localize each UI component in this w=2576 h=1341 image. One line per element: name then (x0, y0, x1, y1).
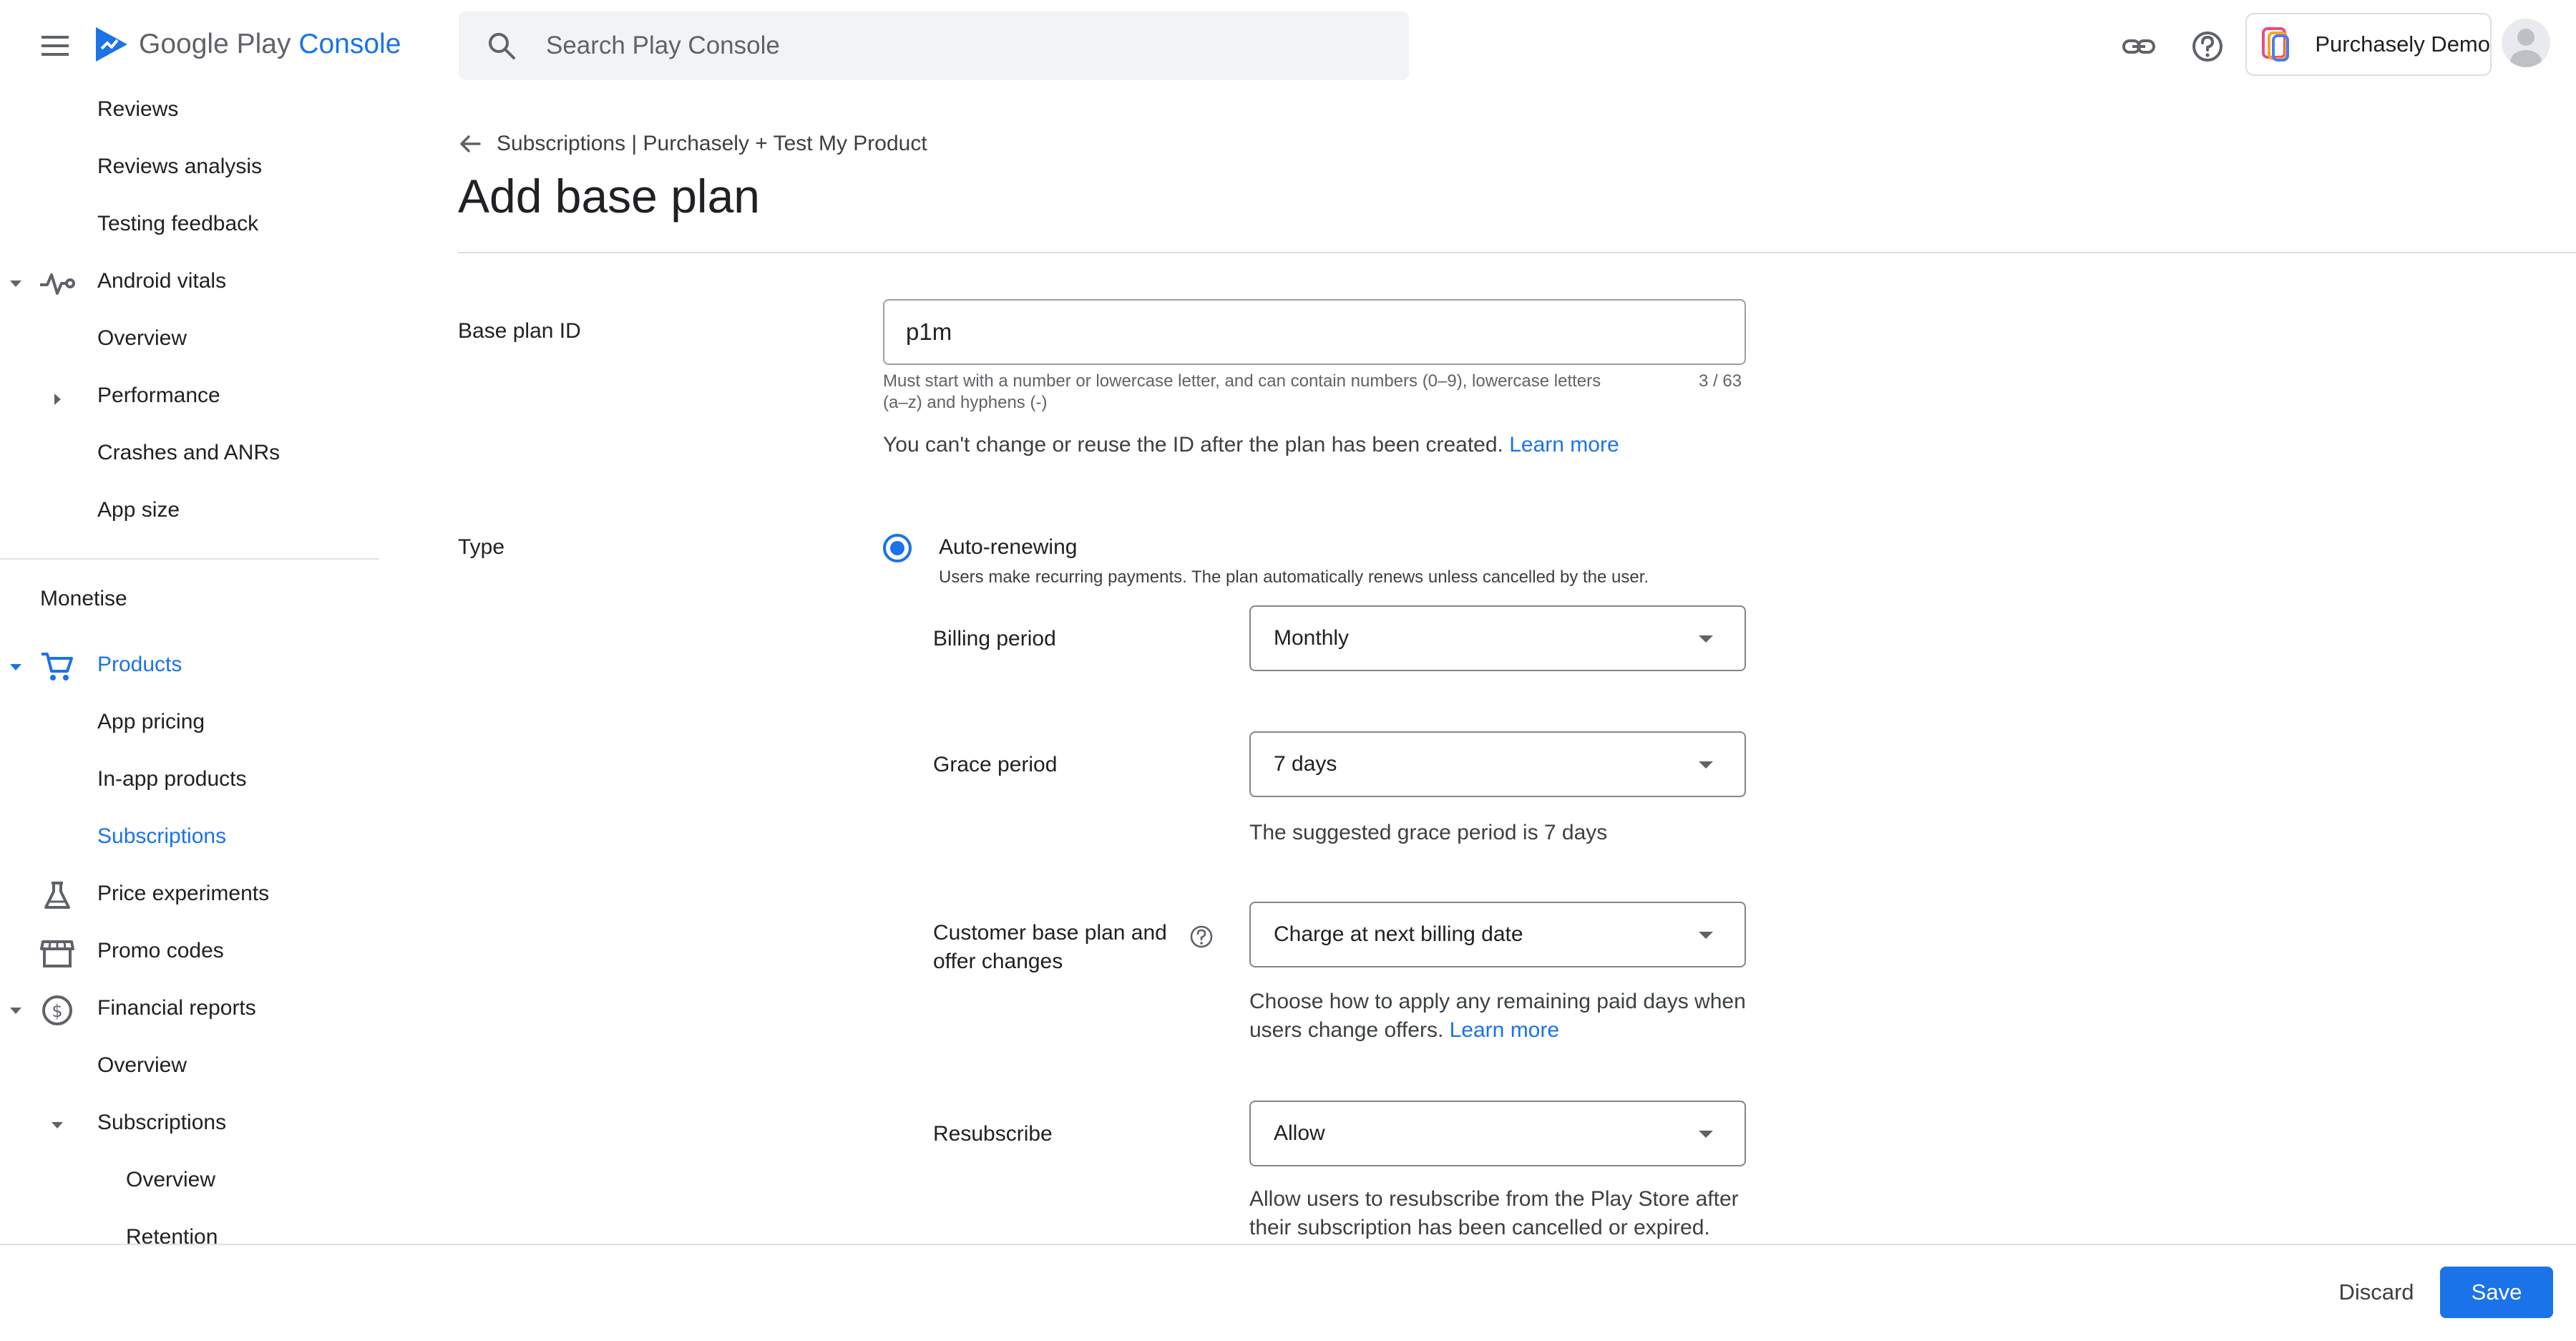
top-app-bar: Google Play Console Search Play Console … (0, 0, 2576, 92)
sidebar-item-app-size[interactable]: App size (0, 484, 379, 541)
resubscribe-select[interactable]: Allow (1249, 1101, 1746, 1166)
breadcrumb[interactable]: Subscriptions | Purchasely + Test My Pro… (458, 132, 927, 156)
sidebar-item-crashes-anrs[interactable]: Crashes and ANRs (0, 426, 379, 484)
customer-changes-value: Charge at next billing date (1274, 922, 1523, 946)
caret-down-icon (7, 276, 24, 291)
flask-icon (39, 880, 76, 912)
search-bar[interactable] (459, 11, 1409, 80)
sidebar-item-testing-feedback[interactable]: Testing feedback (0, 198, 379, 255)
customer-changes-label: Customer base plan and offer changes (933, 921, 1167, 973)
sidebar-section-monetise: Monetise (40, 587, 127, 610)
learn-more-link[interactable]: Learn more (1450, 1018, 1559, 1042)
base-plan-id-field[interactable] (883, 299, 1746, 365)
account-switcher[interactable]: Purchasely Demo (2245, 13, 2492, 76)
app-logo-icon (2254, 21, 2298, 67)
sidebar-item-products[interactable]: Products (0, 638, 379, 696)
base-plan-id-input[interactable] (884, 301, 1745, 364)
caret-down-icon (7, 660, 24, 674)
save-button[interactable]: Save (2440, 1267, 2553, 1318)
dropdown-arrow-icon (1697, 1129, 1714, 1139)
sidebar-item-vitals-overview[interactable]: Overview (0, 312, 379, 369)
cart-icon (39, 651, 76, 683)
grace-period-label: Grace period (933, 753, 1058, 776)
discard-button[interactable]: Discard (2323, 1267, 2430, 1318)
dollar-icon: $ (39, 995, 76, 1026)
sidebar-item-subscriptions-overview[interactable]: Overview (0, 1154, 379, 1211)
grace-period-select[interactable]: 7 days (1249, 731, 1746, 797)
link-icon[interactable] (2119, 27, 2158, 66)
type-label: Type (458, 535, 505, 559)
help-icon[interactable] (1189, 925, 1214, 949)
sidebar-divider (0, 558, 379, 560)
search-icon (484, 29, 519, 63)
base-plan-id-helper: Must start with a number or lowercase le… (883, 371, 1601, 412)
sidebar-item-android-vitals[interactable]: Android vitals (0, 255, 379, 312)
sidebar-item-financial-subscriptions[interactable]: Subscriptions (0, 1096, 379, 1154)
footer-divider (0, 1244, 2576, 1245)
search-input[interactable] (545, 11, 1389, 80)
caret-right-icon (50, 391, 64, 408)
avatar-icon[interactable] (2502, 19, 2550, 67)
sidebar-item-price-experiments[interactable]: Price experiments (0, 867, 379, 925)
dropdown-arrow-icon (1697, 760, 1714, 770)
sidebar-item-financial-reports[interactable]: $ Financial reports (0, 982, 379, 1039)
account-name: Purchasely Demo (2315, 31, 2490, 57)
sidebar-item-app-pricing[interactable]: App pricing (0, 696, 379, 753)
learn-more-link[interactable]: Learn more (1509, 433, 1619, 457)
menu-icon[interactable] (36, 29, 76, 63)
dropdown-arrow-icon (1697, 634, 1714, 644)
auto-renewing-label: Auto-renewing (939, 535, 1078, 559)
vitals-icon (39, 268, 76, 299)
breadcrumb-text: Subscriptions | Purchasely + Test My Pro… (497, 132, 927, 155)
base-plan-id-note: You can't change or reuse the ID after t… (883, 433, 1619, 457)
help-icon[interactable] (2188, 27, 2227, 66)
caret-down-icon (7, 1003, 24, 1018)
sidebar-item-performance[interactable]: Performance (0, 369, 379, 426)
sidebar-item-subscriptions[interactable]: Subscriptions (0, 810, 379, 867)
resubscribe-label: Resubscribe (933, 1122, 1053, 1146)
auto-renewing-description: Users make recurring payments. The plan … (939, 567, 1649, 587)
svg-text:$: $ (52, 1001, 62, 1021)
billing-period-label: Billing period (933, 627, 1056, 650)
sidebar-item-financial-overview[interactable]: Overview (0, 1039, 379, 1096)
sidebar-item-reviews[interactable]: Reviews (0, 83, 379, 140)
grace-period-note: The suggested grace period is 7 days (1249, 821, 1608, 844)
arrow-back-icon (458, 133, 482, 155)
brand-name: Google Play Console (139, 29, 401, 59)
sidebar: Reviews Reviews analysis Testing feedbac… (0, 83, 379, 1245)
auto-renewing-radio[interactable] (882, 532, 913, 564)
page-title: Add base plan (458, 170, 761, 223)
customer-changes-note: Choose how to apply any remaining paid d… (1249, 990, 1746, 1042)
resubscribe-note: Allow users to resubscribe from the Play… (1249, 1187, 1739, 1239)
grace-period-value: 7 days (1274, 752, 1337, 776)
base-plan-id-label: Base plan ID (458, 319, 581, 343)
billing-period-select[interactable]: Monthly (1249, 605, 1746, 671)
title-divider (458, 252, 2576, 253)
caret-down-icon (49, 1118, 66, 1132)
play-console-logo[interactable]: Google Play Console (93, 24, 401, 64)
customer-changes-select[interactable]: Charge at next billing date (1249, 902, 1746, 967)
dropdown-arrow-icon (1697, 930, 1714, 940)
store-icon (39, 937, 76, 969)
billing-period-value: Monthly (1274, 626, 1350, 650)
base-plan-id-counter: 3 / 63 (1699, 371, 1742, 391)
sidebar-item-in-app-products[interactable]: In-app products (0, 753, 379, 810)
sidebar-item-reviews-analysis[interactable]: Reviews analysis (0, 140, 379, 198)
resubscribe-value: Allow (1274, 1121, 1325, 1145)
sidebar-item-retention[interactable]: Retention (0, 1211, 379, 1245)
play-console-logo-icon (93, 24, 130, 64)
sidebar-item-promo-codes[interactable]: Promo codes (0, 925, 379, 982)
